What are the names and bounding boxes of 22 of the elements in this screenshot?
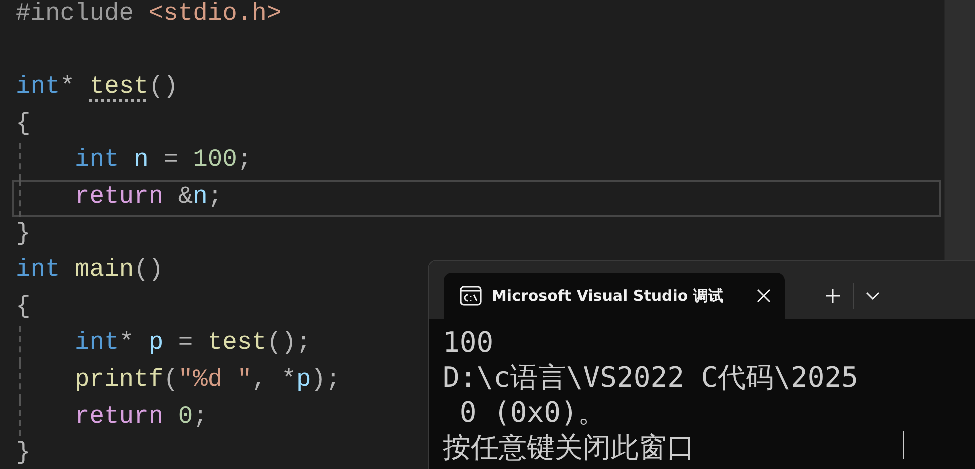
- code-line: }: [16, 442, 31, 467]
- plus-icon[interactable]: [825, 288, 841, 304]
- console-output-line: 0 (0x0)。: [458, 395, 606, 430]
- console-output-line: 按任意键关闭此窗口: [443, 430, 695, 465]
- code-line: int main(): [16, 259, 164, 284]
- code-line: int* test(): [16, 76, 178, 101]
- code-line: printf("%d ", *p);: [74, 368, 341, 394]
- close-icon[interactable]: [757, 289, 771, 303]
- text-cursor: [903, 431, 904, 459]
- terminal-tab[interactable]: Microsoft Visual Studio 调试: [444, 273, 785, 319]
- console-output-line: D:\c语言\VS2022 C代码\2025: [443, 360, 858, 395]
- code-line: }: [16, 222, 31, 248]
- console-output-line: 100: [443, 325, 494, 360]
- code-line: int* p = test();: [74, 332, 312, 357]
- code-line: #include <stdio.h>: [16, 3, 282, 28]
- code-line: {: [16, 296, 31, 320]
- code-line: int n = 100;: [74, 149, 252, 174]
- chevron-down-icon[interactable]: [866, 292, 880, 300]
- code-line: return 0;: [74, 406, 208, 430]
- code-line: return &n;: [74, 186, 223, 211]
- console-icon: [460, 286, 482, 306]
- code-line: {: [16, 112, 31, 138]
